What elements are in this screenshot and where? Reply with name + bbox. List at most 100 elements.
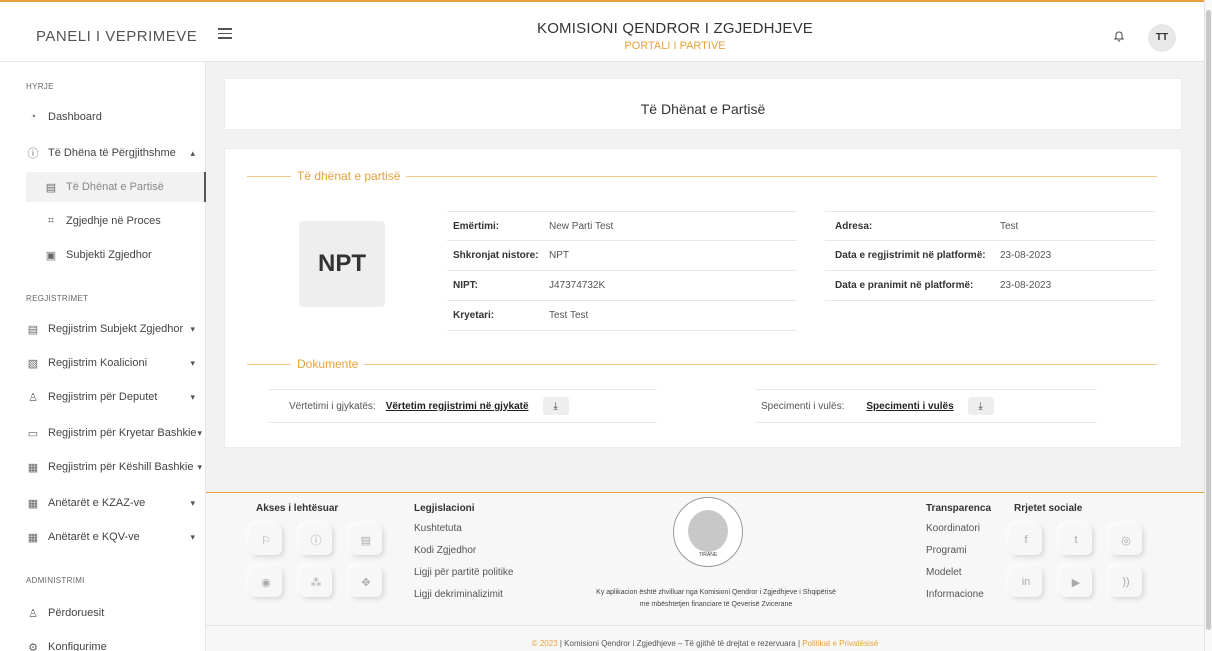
footer-link[interactable]: Informacione <box>926 589 984 600</box>
chevron-down-icon: ▾ <box>190 391 195 402</box>
menu-toggle-icon[interactable] <box>218 28 232 40</box>
twitter-icon[interactable]: t <box>1060 525 1092 555</box>
document-link[interactable]: Vërtetim regjistrimi në gjykatë <box>386 401 529 412</box>
sidebar-item-label: Të Dhëna të Përgjithshme <box>48 147 176 159</box>
download-icon[interactable]: ⤓ <box>967 397 994 415</box>
chevron-down-icon: ▾ <box>197 427 202 438</box>
header-title: KOMISIONI QENDROR I ZGJEDHJEVE <box>536 20 814 37</box>
sidebar-item-dashboard[interactable]: ◔ Dashboard <box>26 106 201 128</box>
facebook-icon[interactable]: f <box>1010 525 1042 555</box>
footer-access-title: Akses i lehtësuar <box>256 503 339 514</box>
field-label: Emërtimi: <box>453 220 500 232</box>
sidebar-item-party-data[interactable]: ▤ Të Dhënat e Partisë <box>26 172 206 202</box>
sidebar-item-register-deputy[interactable]: ♙ Regjistrim për Deputet ▾ <box>26 386 201 408</box>
privacy-link[interactable]: Politikat e Privatësisë <box>802 639 878 648</box>
document-court-certificate: Vërtetimi i gjykatës: Vërtetim regjistri… <box>269 389 657 423</box>
footer-link[interactable]: Kushtetuta <box>414 523 462 534</box>
kqz-seal-logo: TIRANE <box>673 497 743 567</box>
sidebar-item-label: Përdoruesit <box>48 607 105 619</box>
brand-title[interactable]: PANELI I VEPRIMEVE <box>36 28 197 45</box>
linkedin-icon[interactable]: in <box>1010 567 1042 597</box>
sidebar-item-register-council[interactable]: ▦ Regjistrim për Këshill Bashkie ▾ <box>26 456 204 478</box>
document-link[interactable]: Specimenti i vulës <box>866 401 953 412</box>
sidebar-item-label: Regjistrim për Këshill Bashkie <box>48 461 194 473</box>
footer-link[interactable]: Ligji dekriminalizimit <box>414 589 503 600</box>
footer-social-title: Rrjetet sociale <box>1014 503 1083 514</box>
sidebar-item-label: Zgjedhje në Proces <box>66 215 161 227</box>
chevron-down-icon: ▾ <box>197 461 202 472</box>
bell-icon[interactable] <box>1114 30 1124 42</box>
scrollbar[interactable] <box>1204 0 1212 651</box>
footer-link[interactable]: Ligji për partitë politike <box>414 567 514 578</box>
bookmark-icon[interactable]: ⚐ <box>250 525 282 555</box>
sidebar: HYRJE ◔ Dashboard ⓘ Të Dhëna të Përgjith… <box>0 62 206 651</box>
page-title-card: Të Dhënat e Partisë <box>224 78 1182 130</box>
footer-link[interactable]: Programi <box>926 545 967 556</box>
process-icon: ⌗ <box>47 214 55 227</box>
seal-text: TIRANE <box>698 552 718 558</box>
sidebar-item-label: Regjistrim për Deputet <box>48 391 158 403</box>
sidebar-item-kzaz-members[interactable]: ▦ Anëtarët e KZAZ-ve ▾ <box>26 492 201 514</box>
field-value: 23-08-2023 <box>1000 250 1052 261</box>
footer-divider <box>206 625 1204 626</box>
sidebar-item-users[interactable]: ♙ Përdoruesit <box>26 602 201 624</box>
field-value: New Parti Test <box>549 220 614 232</box>
party-data-card: Të dhënat e partisë NPT Emërtimi: New Pa… <box>224 148 1182 448</box>
chevron-up-icon: ▴ <box>190 147 195 158</box>
document-seal-specimen: Specimenti i vulës: Specimenti i vulës ⤓ <box>755 389 1097 423</box>
field-registration-date: Data e regjistrimit në platformë: 23-08-… <box>825 241 1155 271</box>
footer-transparency-title: Transparenca <box>926 503 992 514</box>
sidebar-item-register-mayor[interactable]: ▭ Regjistrim për Kryetar Bashkie ▾ <box>26 422 204 444</box>
avatar[interactable]: TT <box>1148 24 1176 52</box>
party-logo: NPT <box>299 221 385 307</box>
sidebar-item-label: Dashboard <box>48 111 102 123</box>
youtube-icon[interactable]: ▶ <box>1060 567 1092 597</box>
footer-link[interactable]: Modelet <box>926 567 962 578</box>
header-center: KOMISIONI QENDROR I ZGJEDHJEVE PORTALI I… <box>440 20 910 52</box>
user-icon: ♙ <box>28 391 38 404</box>
sidebar-item-general-data[interactable]: ⓘ Të Dhëna të Përgjithshme ▴ <box>26 142 201 164</box>
eye-icon[interactable]: ◉ <box>250 567 282 597</box>
settings-icon: ⚙ <box>28 641 38 651</box>
field-name: Emërtimi: New Parti Test <box>447 211 797 241</box>
sidebar-item-label: Regjistrim Subjekt Zgjedhor <box>48 323 184 335</box>
instagram-icon[interactable]: ◎ <box>1110 525 1142 555</box>
field-address: Adresa: Test <box>825 211 1155 241</box>
chevron-down-icon: ▾ <box>190 357 195 368</box>
sidebar-item-register-coalition[interactable]: ▧ Regjistrim Koalicioni ▾ <box>26 352 201 374</box>
page-title: Të Dhënat e Partisë <box>640 101 766 117</box>
info-icon[interactable]: ⓘ <box>300 525 332 555</box>
chevron-down-icon: ▾ <box>190 497 195 508</box>
sidebar-item-electoral-subject[interactable]: ▣ Subjekti Zgjedhor <box>44 244 204 266</box>
sidebar-section-hyrje: HYRJE <box>26 82 54 91</box>
footer-note-line2: me mbështetjen financiare të Qeverisë Zv… <box>639 601 793 608</box>
sidebar-item-label: Anëtarët e KQV-ve <box>48 531 140 543</box>
sidebar-item-label: Anëtarët e KZAZ-ve <box>48 497 146 509</box>
documents-section-title: Dokumente <box>291 357 365 371</box>
document-label: Specimenti i vulës: <box>761 400 845 412</box>
download-icon[interactable]: ⤓ <box>542 397 569 415</box>
field-label: Adresa: <box>835 220 873 232</box>
field-label: NIPT: <box>453 280 478 291</box>
field-value: Test <box>1000 220 1019 232</box>
people-icon[interactable]: ⁂ <box>300 567 332 597</box>
footer-link[interactable]: Kodi Zgjedhor <box>414 545 476 556</box>
scrollbar-thumb[interactable] <box>1206 10 1211 630</box>
sidebar-item-elections-in-process[interactable]: ⌗ Zgjedhje në Proces <box>44 210 204 232</box>
footer-link[interactable]: Koordinatori <box>926 523 980 534</box>
copyright-bar: © 2023 | Komisioni Qendror i Zgjedhjeve … <box>531 639 879 648</box>
sidebar-item-settings[interactable]: ⚙ Konfigurime <box>26 636 201 651</box>
footer-note-line1: Ky aplikacion është zhvilluar nga Komisi… <box>596 589 836 596</box>
dashboard-icon: ◔ <box>29 111 37 123</box>
sidebar-item-kqv-members[interactable]: ▦ Anëtarët e KQV-ve ▾ <box>26 526 201 548</box>
top-bar: PANELI I VEPRIMEVE KOMISIONI QENDROR I Z… <box>0 0 1204 62</box>
document-icon[interactable]: ▤ <box>350 525 382 555</box>
puzzle-icon[interactable]: ✥ <box>350 567 382 597</box>
copyright-year: © 2023 <box>531 639 558 648</box>
users-icon: ♙ <box>28 607 38 620</box>
rss-icon[interactable]: )) <box>1110 567 1142 597</box>
sidebar-item-label: Regjistrim Koalicioni <box>48 357 148 369</box>
sidebar-item-register-subject[interactable]: ▤ Regjistrim Subjekt Zgjedhor ▾ <box>26 318 201 340</box>
copyright-text: Komisioni Qendror i Zgjedhjeve – Të gjit… <box>564 639 796 648</box>
field-value: Test Test <box>549 310 589 321</box>
